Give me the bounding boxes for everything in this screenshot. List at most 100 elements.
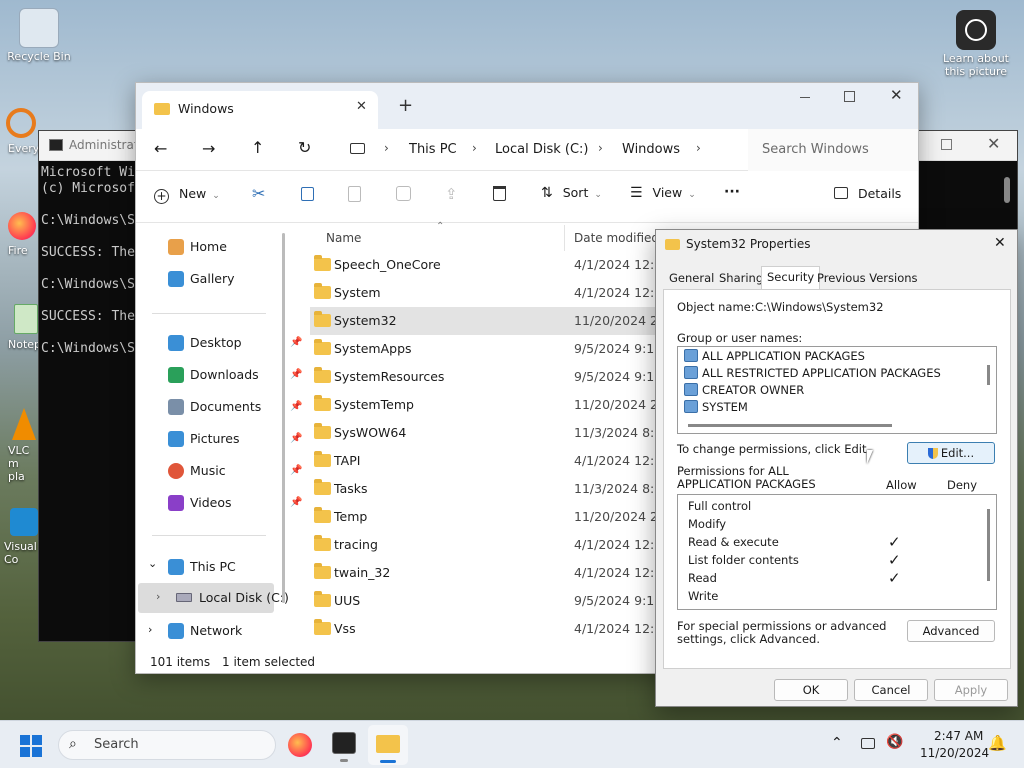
permission-name: Write (688, 589, 719, 603)
object-name-value: C:\Windows\System32 (755, 300, 884, 314)
explorer-maximize-button[interactable] (844, 91, 855, 102)
view-button[interactable]: ☰ View ⌄ (630, 185, 696, 201)
delete-icon[interactable] (493, 186, 506, 201)
nav-item-local-disk-selected[interactable]: › Local Disk (C:) (138, 583, 289, 613)
dialog-title: System32 Properties (686, 237, 811, 251)
share-icon: ⇪ (445, 185, 458, 203)
edit-button[interactable]: Edit... (907, 442, 995, 464)
group-list-vscroll[interactable] (987, 365, 990, 385)
column-header-name[interactable]: Name (326, 231, 361, 245)
allow-checkmark-icon: ✓ (888, 569, 901, 587)
allow-checkmark-icon: ✓ (888, 533, 901, 551)
cut-icon[interactable]: ✂ (252, 184, 265, 203)
security-panel: Object name: C:\Windows\System32 Group o… (663, 289, 1011, 669)
up-arrow-icon[interactable]: ↑ (251, 138, 264, 157)
explorer-close-button[interactable]: ✕ (890, 86, 903, 104)
explorer-tab-windows[interactable]: Windows ✕ (142, 91, 378, 129)
copy-icon[interactable] (301, 187, 314, 201)
allow-header: Allow (886, 478, 917, 492)
details-label: Details (857, 186, 902, 201)
more-options-button[interactable]: ··· (724, 184, 740, 200)
breadcrumb-this-pc[interactable]: This PC (409, 142, 457, 157)
permissions-for-label: Permissions for ALL APPLICATION PACKAGES (677, 464, 816, 491)
terminal-scrollbar[interactable] (1004, 177, 1010, 203)
sort-button[interactable]: ⇅ Sort ⌄ (541, 185, 602, 201)
windows-logo-icon (32, 747, 42, 757)
new-tab-button[interactable]: + (398, 95, 413, 116)
group-list-item[interactable]: ALL APPLICATION PACKAGES (684, 348, 865, 365)
dialog-close-button[interactable]: ✕ (994, 235, 1006, 251)
tab-previous-versions[interactable]: Previous Versions (812, 268, 923, 288)
column-header-date[interactable]: Date modified (574, 231, 659, 245)
apply-button: Apply (934, 679, 1008, 701)
pin-icon[interactable]: 📌 (290, 402, 302, 412)
file-name: Temp (334, 509, 368, 524)
vscode-icon (10, 508, 38, 536)
terminal-close-button[interactable]: ✕ (987, 134, 1000, 153)
details-button[interactable]: Details (834, 186, 901, 201)
videos-icon (168, 495, 184, 511)
file-name: SysWOW64 (334, 425, 407, 440)
terminal-maximize-button[interactable] (941, 139, 952, 150)
group-list-item[interactable]: SYSTEM (684, 399, 748, 416)
cancel-button[interactable]: Cancel (854, 679, 928, 701)
search-input[interactable]: Search Windows (748, 129, 918, 171)
folder-icon (314, 451, 331, 467)
explorer-minimize-button[interactable] (800, 97, 810, 98)
advanced-button[interactable]: Advanced (907, 620, 995, 642)
nav-scrollbar[interactable] (282, 233, 285, 603)
group-list-item[interactable]: CREATOR OWNER (684, 382, 804, 399)
ok-button[interactable]: OK (774, 679, 848, 701)
desktop-icon-everything[interactable]: Every (0, 108, 40, 155)
firefox-label: Fire (8, 244, 28, 257)
notification-bell-icon[interactable]: 🔔 (988, 734, 1007, 752)
start-button[interactable] (20, 735, 42, 757)
desktop-icon-recycle-bin[interactable]: Recycle Bin (2, 8, 76, 63)
tab-close-icon[interactable]: ✕ (356, 99, 367, 114)
music-icon (168, 463, 184, 479)
explorer-toolbar: + New ⌄ ✂ ⇪ ⇅ Sort ⌄ ☰ View ⌄ ··· Detail… (136, 171, 918, 223)
clock-time[interactable]: 2:47 AM (934, 729, 983, 743)
desktop-icon-firefox[interactable]: Fire (0, 212, 40, 257)
group-names-label: Group or user names: (677, 331, 803, 345)
group-list-item[interactable]: ALL RESTRICTED APPLICATION PACKAGES (684, 365, 941, 382)
properties-dialog[interactable]: System32 Properties ✕ General Sharing Se… (655, 229, 1018, 707)
pin-icon[interactable]: 📌 (290, 434, 302, 444)
desktop-icon-vlc[interactable]: VLC m pla (0, 408, 40, 483)
pin-icon[interactable]: 📌 (290, 370, 302, 380)
expand-chevron-right-icon[interactable]: › (156, 590, 160, 603)
expand-chevron-icon[interactable]: ⌄ (148, 557, 157, 570)
refresh-icon[interactable]: ↻ (298, 138, 311, 157)
desktop-icon-learn-about[interactable]: Learn about this picture (938, 10, 1014, 78)
taskbar-firefox-icon[interactable] (288, 733, 312, 757)
new-button[interactable]: + New ⌄ (154, 186, 220, 204)
breadcrumb[interactable]: › This PC › Local Disk (C:) › Windows › (342, 129, 722, 171)
camera-icon (956, 10, 996, 50)
tray-volume-muted-icon[interactable]: 🔇 (886, 734, 903, 750)
tab-general[interactable]: General (664, 268, 719, 288)
pin-icon[interactable]: 📌 (290, 466, 302, 476)
desktop-icon-vscode[interactable]: Visual Co (0, 508, 40, 566)
group-list[interactable]: ALL APPLICATION PACKAGES ALL RESTRICTED A… (677, 346, 997, 434)
clock-date[interactable]: 11/20/2024 (920, 746, 989, 760)
tray-network-icon[interactable] (861, 738, 875, 749)
special-permissions-text: For special permissions or advanced sett… (677, 619, 887, 646)
pin-icon[interactable]: 📌 (290, 498, 302, 508)
windows-logo-icon (20, 735, 30, 745)
taskbar-explorer-active[interactable] (368, 725, 408, 765)
taskbar-terminal-icon[interactable] (332, 732, 356, 754)
pin-icon[interactable]: 📌 (290, 338, 302, 348)
expand-chevron-right-icon[interactable]: › (148, 623, 152, 636)
taskbar-search[interactable]: ⌕ Search (58, 730, 276, 760)
breadcrumb-local-disk[interactable]: Local Disk (C:) (495, 142, 588, 157)
permission-name: Read & execute (688, 535, 779, 549)
back-arrow-icon[interactable]: ← (154, 139, 167, 158)
breadcrumb-windows[interactable]: Windows (622, 142, 680, 157)
tray-chevron-up-icon[interactable]: ⌃ (831, 735, 843, 751)
forward-arrow-icon[interactable]: → (202, 139, 215, 158)
uac-shield-icon (927, 448, 938, 459)
group-list-hscroll[interactable] (688, 424, 892, 427)
permissions-scrollbar[interactable] (987, 509, 990, 581)
mouse-cursor-icon (867, 450, 873, 464)
desktop-icon-notepad[interactable]: Notep (0, 304, 41, 351)
